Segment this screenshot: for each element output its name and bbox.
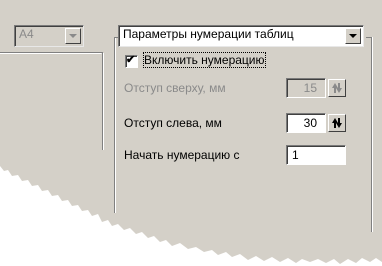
top-offset-spinner[interactable] — [328, 79, 346, 97]
params-dropdown[interactable]: Параметры нумерации таблиц — [118, 25, 364, 47]
left-offset-spinner[interactable] — [328, 114, 346, 132]
start-numbering-input[interactable]: 1 — [286, 145, 346, 165]
left-offset-label: Отступ слева, мм — [124, 116, 222, 130]
params-dropdown-value: Параметры нумерации таблиц — [123, 27, 294, 41]
paper-size-value: A4 — [19, 27, 34, 41]
params-dropdown-button[interactable] — [345, 28, 361, 44]
top-offset-input[interactable]: 15 — [286, 78, 326, 98]
top-offset-label: Отступ сверху, мм — [124, 81, 226, 95]
start-numbering-value: 1 — [292, 148, 299, 162]
spin-arrows-icon — [332, 83, 342, 93]
left-offset-value: 30 — [303, 116, 317, 130]
enable-numbering-label[interactable]: Включить нумерацию — [143, 52, 266, 68]
chevron-down-icon — [349, 34, 357, 38]
paper-size-combobox[interactable]: A4 — [14, 25, 84, 47]
left-offset-input[interactable]: 30 — [286, 113, 326, 133]
spin-arrows-icon — [332, 118, 342, 128]
paper-size-dropdown-button[interactable] — [65, 28, 81, 44]
chevron-down-icon — [69, 34, 77, 38]
enable-numbering-checkbox[interactable]: ✔ — [125, 54, 138, 68]
start-numbering-label: Начать нумерацию с — [124, 148, 240, 162]
top-offset-value: 15 — [303, 81, 317, 95]
check-mark-icon: ✔ — [126, 54, 136, 66]
